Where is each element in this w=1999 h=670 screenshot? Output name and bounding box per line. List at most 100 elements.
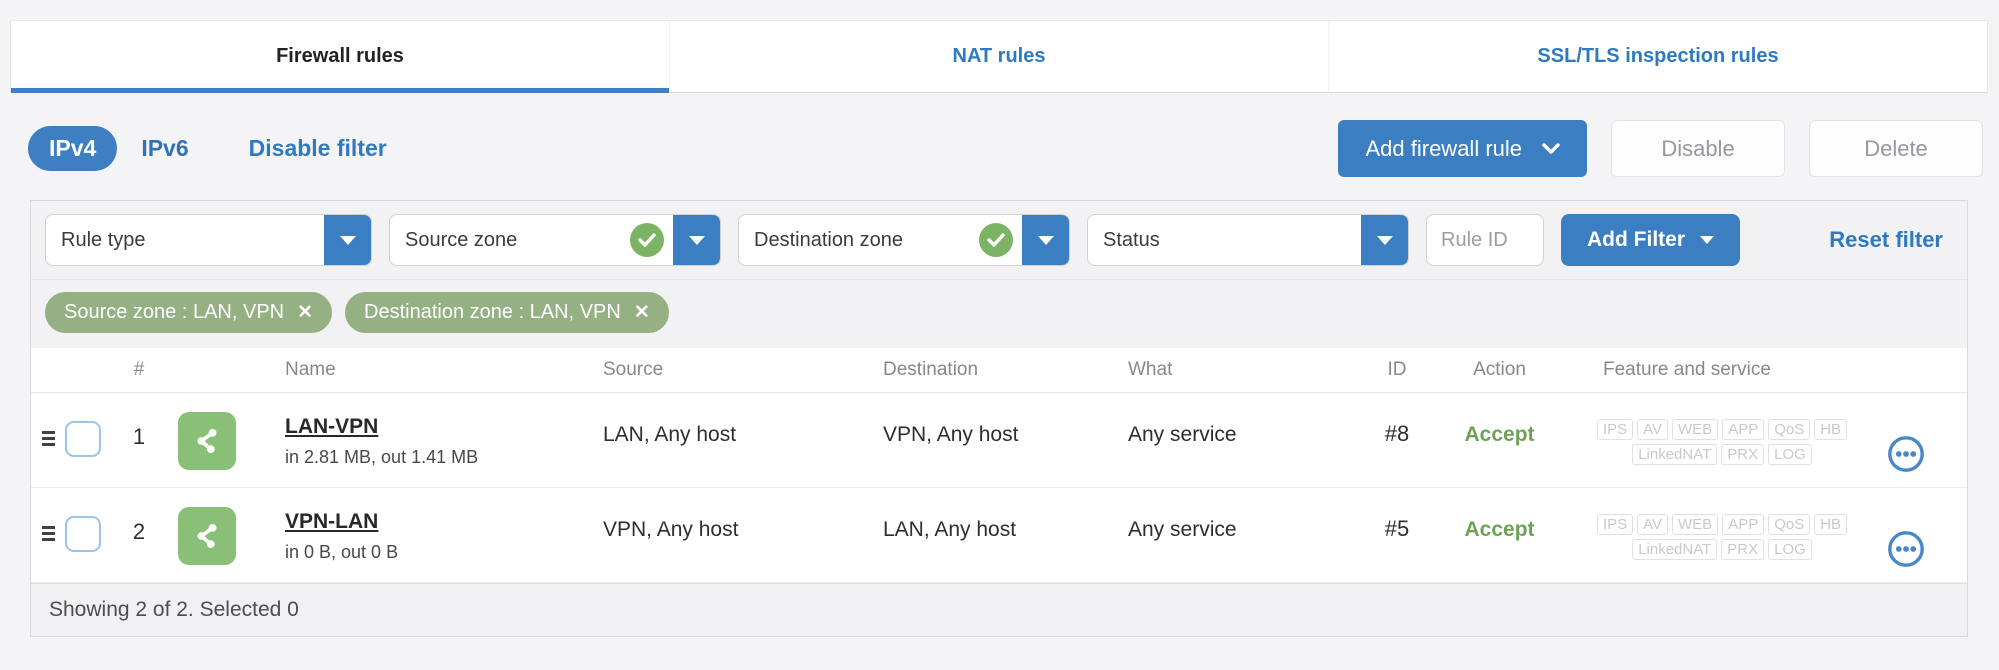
rule-what: Any service bbox=[1128, 423, 1237, 446]
disable-filter-link[interactable]: Disable filter bbox=[249, 135, 387, 162]
destination-zone-dropdown-label: Destination zone bbox=[754, 228, 903, 251]
feature-badge: LinkedNAT bbox=[1632, 539, 1718, 560]
toolbar: IPv4 IPv6 Disable filter Add firewall ru… bbox=[28, 120, 1983, 177]
rule-destination: LAN, Any host bbox=[883, 518, 1017, 541]
caret-down-icon bbox=[339, 235, 356, 245]
check-circle-icon bbox=[630, 223, 664, 257]
feature-badge: LinkedNAT bbox=[1632, 444, 1718, 465]
row-checkbox[interactable] bbox=[65, 516, 101, 552]
row-number: 1 bbox=[132, 424, 146, 449]
toolbar-actions: Add firewall rule Disable Delete bbox=[1338, 120, 1983, 177]
filter-chip-label: Destination zone : LAN, VPN bbox=[364, 301, 621, 323]
destination-zone-dropdown-arrow[interactable] bbox=[1022, 215, 1069, 265]
feature-badge: APP bbox=[1722, 514, 1765, 535]
destination-zone-dropdown[interactable]: Destination zone bbox=[738, 214, 1070, 266]
feature-badge: LOG bbox=[1768, 539, 1812, 560]
tab-nat-rules[interactable]: NAT rules bbox=[669, 21, 1328, 92]
tab-ssl-tls-inspection-rules[interactable]: SSL/TLS inspection rules bbox=[1328, 21, 1987, 92]
feature-badges: IPS AV WEB APP QoS HB LinkedNAT PRX LOG bbox=[1557, 488, 1887, 582]
rule-type-dropdown-label: Rule type bbox=[61, 228, 146, 251]
row-more-actions-button[interactable] bbox=[1887, 420, 1925, 487]
rule-traffic-stats: in 2.81 MB, out 1.41 MB bbox=[285, 447, 479, 467]
feature-badge: IPS bbox=[1596, 514, 1634, 535]
caret-down-icon bbox=[1037, 235, 1054, 245]
rule-type-dropdown-arrow[interactable] bbox=[324, 215, 371, 265]
row-more-actions-button[interactable] bbox=[1887, 515, 1925, 582]
remove-chip-icon[interactable]: ✕ bbox=[634, 303, 650, 322]
delete-button[interactable]: Delete bbox=[1809, 120, 1983, 177]
ellipsis-icon bbox=[1888, 530, 1924, 567]
feature-badge: WEB bbox=[1672, 514, 1719, 535]
disable-button[interactable]: Disable bbox=[1611, 120, 1785, 177]
add-firewall-rule-label: Add firewall rule bbox=[1365, 135, 1522, 161]
reset-filter-link[interactable]: Reset filter bbox=[1829, 227, 1953, 253]
source-zone-dropdown-arrow[interactable] bbox=[673, 215, 720, 265]
column-header-action: Action bbox=[1473, 359, 1526, 380]
ipv6-toggle[interactable]: IPv6 bbox=[141, 135, 188, 162]
status-dropdown[interactable]: Status bbox=[1087, 214, 1409, 266]
feature-badge: QoS bbox=[1768, 514, 1811, 535]
drag-handle-icon[interactable] bbox=[31, 393, 55, 487]
feature-badge: QoS bbox=[1768, 419, 1811, 440]
feature-badge: IPS bbox=[1596, 419, 1634, 440]
rule-id-input[interactable] bbox=[1426, 214, 1544, 266]
ipv6-label: IPv6 bbox=[141, 135, 189, 161]
rule-name-link[interactable]: LAN-VPN bbox=[285, 415, 378, 439]
caret-down-icon bbox=[1376, 235, 1393, 245]
feature-badges: IPS AV WEB APP QoS HB LinkedNAT PRX LOG bbox=[1557, 393, 1887, 487]
caret-down-icon bbox=[1700, 236, 1714, 244]
filter-row: Rule type Source zone Destination zone S… bbox=[31, 201, 1967, 280]
rule-id: #5 bbox=[1384, 516, 1410, 541]
add-filter-button[interactable]: Add Filter bbox=[1561, 214, 1740, 266]
column-header-number: # bbox=[133, 359, 145, 380]
add-filter-label: Add Filter bbox=[1587, 228, 1685, 251]
rule-type-dropdown[interactable]: Rule type bbox=[45, 214, 372, 266]
column-header-destination: Destination bbox=[883, 359, 979, 380]
rule-source: LAN, Any host bbox=[603, 423, 737, 446]
tab-bar: Firewall rules NAT rules SSL/TLS inspect… bbox=[10, 20, 1988, 93]
check-circle-icon bbox=[979, 223, 1013, 257]
feature-badge: LOG bbox=[1768, 444, 1812, 465]
source-zone-dropdown[interactable]: Source zone bbox=[389, 214, 721, 266]
tab-firewall-rules[interactable]: Firewall rules bbox=[11, 21, 669, 93]
table-row: 2 VPN-LAN in 0 B, out 0 B VPN, Any host … bbox=[31, 488, 1967, 583]
feature-badge: WEB bbox=[1672, 419, 1719, 440]
rule-name-link[interactable]: VPN-LAN bbox=[285, 510, 378, 534]
rule-id: #8 bbox=[1384, 421, 1410, 446]
active-filter-chips: Source zone : LAN, VPN ✕ Destination zon… bbox=[31, 280, 1967, 348]
drag-handle-icon[interactable] bbox=[31, 488, 55, 582]
ellipsis-icon bbox=[1888, 435, 1924, 472]
row-number: 2 bbox=[132, 519, 146, 544]
tab-label: NAT rules bbox=[952, 45, 1046, 67]
filter-chip-source-zone: Source zone : LAN, VPN ✕ bbox=[45, 292, 333, 333]
traffic-rule-icon bbox=[178, 507, 236, 565]
status-dropdown-arrow[interactable] bbox=[1361, 215, 1408, 265]
source-zone-dropdown-label: Source zone bbox=[405, 228, 518, 251]
rule-destination: VPN, Any host bbox=[883, 423, 1019, 446]
rule-what: Any service bbox=[1128, 518, 1237, 541]
table-footer-status: Showing 2 of 2. Selected 0 bbox=[31, 583, 1967, 636]
ipv4-toggle[interactable]: IPv4 bbox=[28, 126, 118, 171]
column-header-source: Source bbox=[603, 359, 664, 380]
table-row: 1 LAN-VPN in 2.81 MB, out 1.41 MB LAN, A… bbox=[31, 393, 1967, 488]
filter-chip-label: Source zone : LAN, VPN bbox=[64, 301, 285, 323]
traffic-rule-icon bbox=[178, 412, 236, 470]
firewall-rules-panel: Rule type Source zone Destination zone S… bbox=[30, 200, 1968, 637]
rule-traffic-stats: in 0 B, out 0 B bbox=[285, 542, 399, 562]
chevron-down-icon bbox=[1542, 142, 1560, 155]
add-firewall-rule-button[interactable]: Add firewall rule bbox=[1338, 120, 1587, 177]
rule-source: VPN, Any host bbox=[603, 518, 739, 541]
table-header: # Name Source Destination What ID Action… bbox=[31, 348, 1967, 393]
column-header-id: ID bbox=[1387, 359, 1407, 380]
column-header-feature-and-service: Feature and service bbox=[1603, 359, 1771, 380]
feature-badge: PRX bbox=[1721, 539, 1765, 560]
rule-action-status: Accept bbox=[1464, 423, 1535, 446]
column-header-name: Name bbox=[285, 359, 336, 380]
filter-chip-destination-zone: Destination zone : LAN, VPN ✕ bbox=[345, 292, 669, 333]
feature-badge: HB bbox=[1814, 419, 1848, 440]
remove-chip-icon[interactable]: ✕ bbox=[297, 303, 313, 322]
ipv4-label: IPv4 bbox=[49, 135, 97, 161]
rule-action-status: Accept bbox=[1464, 518, 1535, 541]
tab-label: Firewall rules bbox=[276, 45, 404, 67]
row-checkbox[interactable] bbox=[65, 421, 101, 457]
